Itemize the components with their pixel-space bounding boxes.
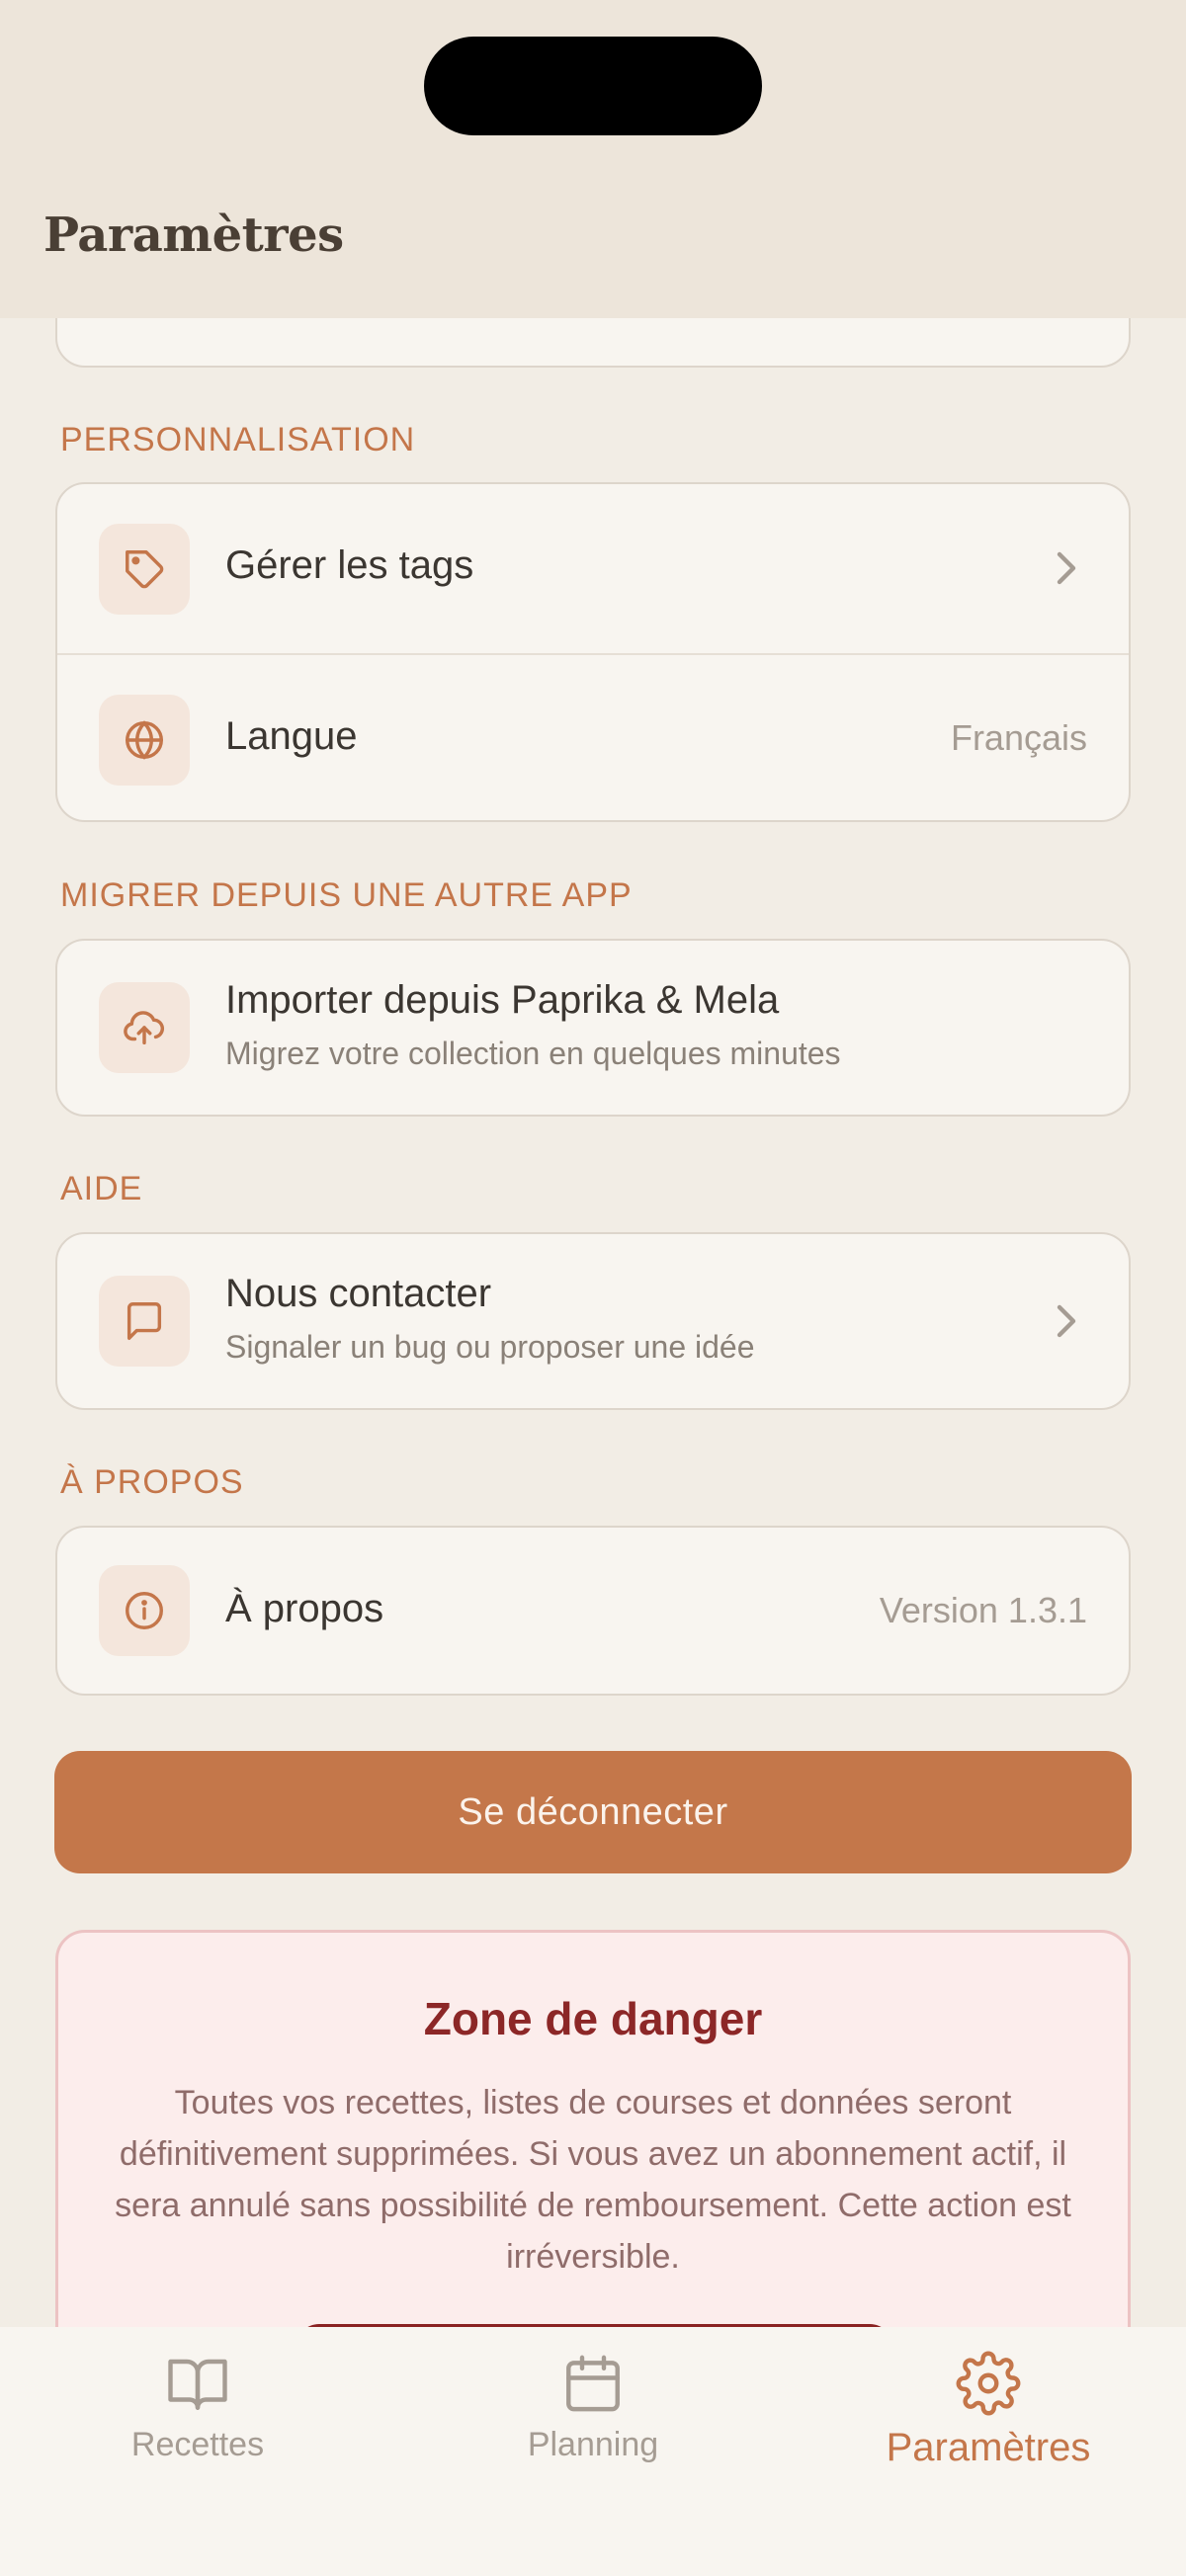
section-label-about: À PROPOS xyxy=(60,1463,244,1501)
page-title: Paramètres xyxy=(43,208,344,263)
chevron-right-icon xyxy=(1057,1304,1076,1338)
about-card[interactable]: À propos Version 1.3.1 xyxy=(55,1526,1131,1696)
tab-planning[interactable]: Planning xyxy=(395,2327,791,2505)
import-row[interactable]: Importer depuis Paprika & Mela Migrez vo… xyxy=(57,941,1129,1115)
settings-scroll-area[interactable]: PERSONNALISATION Gérer les tags Langue F… xyxy=(0,0,1186,2327)
about-row[interactable]: À propos Version 1.3.1 xyxy=(57,1528,1129,1694)
calendar-icon xyxy=(566,2355,620,2412)
import-row-subtitle: Migrez votre collection en quelques minu… xyxy=(225,1036,841,1071)
header: Paramètres xyxy=(0,0,1186,318)
globe-icon xyxy=(99,695,190,786)
tab-label: Paramètres xyxy=(886,2426,1091,2469)
tags-row-title: Gérer les tags xyxy=(225,543,474,587)
info-icon xyxy=(99,1565,190,1656)
tab-label: Recettes xyxy=(130,2426,265,2463)
personalisation-card: Gérer les tags Langue Français xyxy=(55,482,1131,822)
section-label-migrate: MIGRER DEPUIS UNE AUTRE APP xyxy=(60,876,633,914)
tab-parametres[interactable]: Paramètres xyxy=(791,2327,1186,2505)
tab-recettes[interactable]: Recettes xyxy=(0,2327,395,2505)
gear-icon xyxy=(956,2351,1021,2416)
contact-row[interactable]: Nous contacter Signaler un bug ou propos… xyxy=(57,1234,1129,1408)
version-value: Version 1.3.1 xyxy=(879,1590,1087,1630)
danger-zone: Zone de danger Toutes vos recettes, list… xyxy=(55,1930,1131,2327)
chevron-right-icon xyxy=(1057,551,1076,585)
language-row-title: Langue xyxy=(225,714,358,758)
import-row-title: Importer depuis Paprika & Mela xyxy=(225,978,780,1022)
contact-row-title: Nous contacter xyxy=(225,1272,492,1315)
danger-zone-text: Toutes vos recettes, listes de courses e… xyxy=(115,2084,1071,2276)
language-row[interactable]: Langue Français xyxy=(57,653,1129,820)
section-label-help: AIDE xyxy=(60,1170,143,1207)
logout-button[interactable]: Se déconnecter xyxy=(54,1751,1132,1873)
book-icon xyxy=(168,2359,227,2410)
danger-zone-title: Zone de danger xyxy=(423,1993,763,2044)
section-label-personalisation: PERSONNALISATION xyxy=(60,421,416,458)
tag-icon xyxy=(99,524,190,615)
cloud-upload-icon xyxy=(99,982,190,1073)
language-value: Français xyxy=(950,717,1087,758)
dynamic-island xyxy=(424,37,762,135)
message-icon xyxy=(99,1276,190,1367)
tab-label: Planning xyxy=(527,2426,659,2463)
tags-row[interactable]: Gérer les tags xyxy=(57,484,1129,653)
tab-bar: Recettes Planning Paramètres xyxy=(0,2327,1186,2576)
contact-row-subtitle: Signaler un bug ou proposer une idée xyxy=(225,1329,755,1365)
about-row-title: À propos xyxy=(225,1587,384,1630)
import-card[interactable]: Importer depuis Paprika & Mela Migrez vo… xyxy=(55,939,1131,1117)
contact-card[interactable]: Nous contacter Signaler un bug ou propos… xyxy=(55,1232,1131,1410)
